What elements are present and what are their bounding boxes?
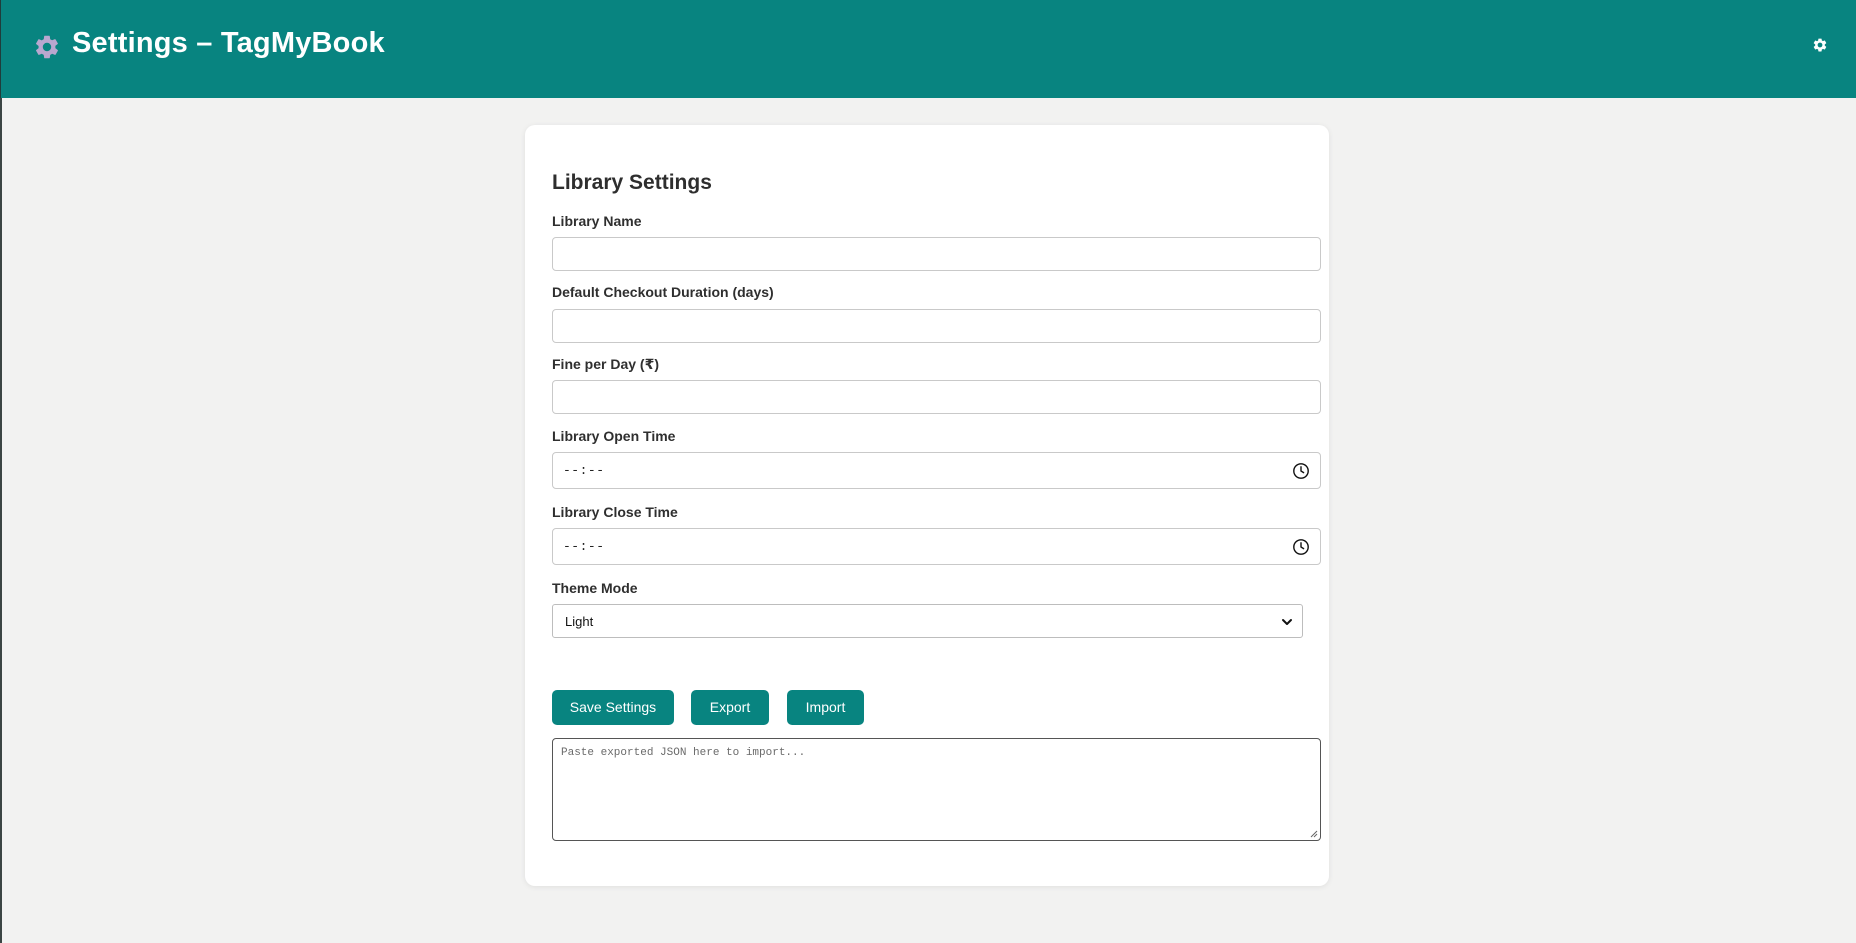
export-button[interactable]: Export	[691, 690, 769, 725]
open-time-value: --:--	[563, 463, 605, 478]
open-time-label: Library Open Time	[552, 428, 676, 444]
gear-icon[interactable]	[1812, 37, 1828, 53]
close-time-value: --:--	[563, 539, 605, 554]
gear-icon	[36, 35, 58, 59]
card-title: Library Settings	[552, 171, 712, 194]
theme-mode-select[interactable]: Light	[552, 604, 1303, 638]
save-settings-button[interactable]: Save Settings	[552, 690, 674, 725]
app-header: Settings – TagMyBook	[0, 0, 1856, 98]
import-button[interactable]: Import	[787, 690, 864, 725]
checkout-duration-input[interactable]	[552, 309, 1321, 343]
settings-card: Library Settings Library Name Default Ch…	[525, 125, 1329, 886]
close-time-label: Library Close Time	[552, 504, 678, 520]
import-json-textarea[interactable]: Paste exported JSON here to import...	[552, 738, 1321, 841]
window-edge	[0, 98, 2, 943]
fine-per-day-input[interactable]	[552, 380, 1321, 414]
close-time-input[interactable]: --:--	[552, 528, 1321, 565]
library-name-input[interactable]	[552, 237, 1321, 271]
theme-mode-label: Theme Mode	[552, 580, 638, 596]
library-name-label: Library Name	[552, 213, 642, 229]
resize-handle-icon[interactable]	[1309, 829, 1318, 838]
clock-icon[interactable]	[1292, 462, 1310, 480]
page-title: Settings – TagMyBook	[72, 27, 385, 59]
open-time-input[interactable]: --:--	[552, 452, 1321, 489]
chevron-down-icon	[1282, 619, 1292, 625]
checkout-duration-label: Default Checkout Duration (days)	[552, 284, 774, 300]
clock-icon[interactable]	[1292, 538, 1310, 556]
fine-per-day-label: Fine per Day (₹)	[552, 356, 659, 372]
import-placeholder: Paste exported JSON here to import...	[561, 747, 806, 759]
theme-mode-value: Light	[565, 614, 594, 629]
